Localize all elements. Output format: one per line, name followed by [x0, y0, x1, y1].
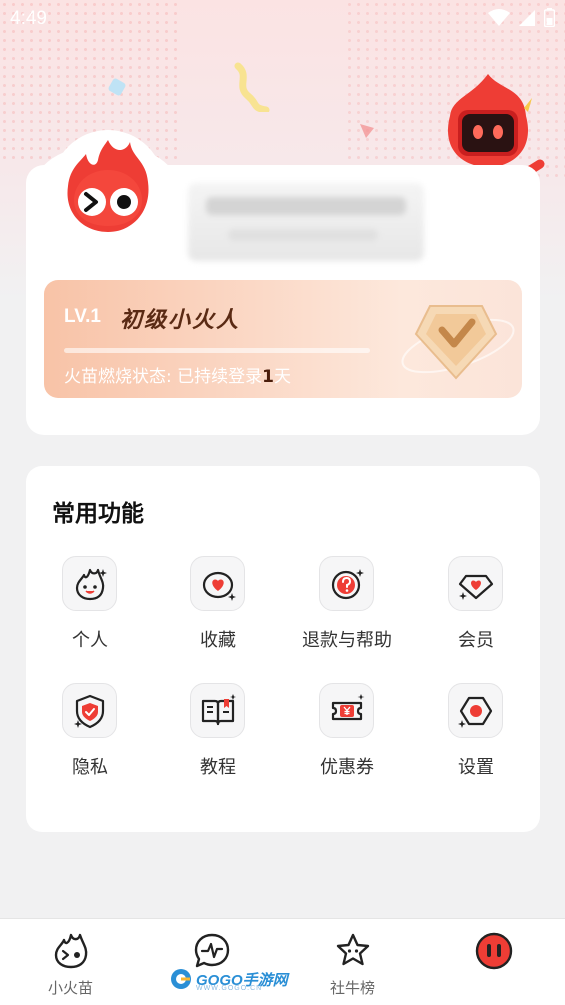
question-icon [319, 556, 374, 611]
function-label: 收藏 [200, 630, 236, 651]
level-progress-bar [64, 348, 370, 353]
common-functions-card: 常用功能 个人 收藏 退款与帮助 会员 隐私 教程 优惠券 设置 [26, 466, 540, 832]
function-item-coupon[interactable]: 优惠券 [283, 681, 411, 791]
function-item-personal[interactable]: 个人 [26, 554, 154, 664]
watermark-logo: GOGO手游网 WWW.GOGO.CN [170, 968, 288, 992]
signal-icon [519, 9, 535, 26]
level-name: 初级小火人 [120, 308, 241, 333]
bottom-navigation: 小火苗 社牛榜 [0, 918, 565, 1005]
wifi-icon [488, 8, 510, 26]
function-item-membership[interactable]: 会员 [412, 554, 540, 664]
hexagon-settings-icon [448, 683, 503, 738]
function-item-tutorial[interactable]: 教程 [154, 681, 282, 791]
function-item-favorites[interactable]: 收藏 [154, 554, 282, 664]
function-label: 退款与帮助 [302, 630, 392, 651]
book-icon [190, 683, 245, 738]
user-avatar[interactable] [52, 130, 164, 242]
confetti-ribbon-icon [234, 62, 270, 112]
nav-label: 小火苗 [47, 979, 93, 997]
flame-face-icon [62, 556, 117, 611]
flame-avatar-icon [67, 140, 149, 232]
watermark-subtext: WWW.GOGO.CN [196, 985, 263, 992]
function-label: 个人 [72, 630, 108, 651]
function-label: 设置 [458, 757, 494, 778]
username-blurred [188, 183, 424, 261]
function-item-settings[interactable]: 设置 [412, 681, 540, 791]
function-item-refund-help[interactable]: 退款与帮助 [283, 554, 411, 664]
watermark-icon [171, 969, 191, 989]
level-card[interactable]: LV.1 初级小火人 火苗燃烧状态: 已持续登录1天 [44, 280, 522, 398]
section-title: 常用功能 [52, 501, 144, 527]
nav-item-ranking[interactable]: 社牛榜 [282, 931, 423, 998]
nav-item-profile[interactable] [423, 931, 564, 975]
level-badge-icon [401, 305, 515, 380]
burn-status: 火苗燃烧状态: 已持续登录1天 [64, 367, 291, 387]
status-icons [488, 8, 555, 27]
coupon-icon [319, 683, 374, 738]
heart-icon [190, 556, 245, 611]
function-label: 隐私 [72, 757, 108, 778]
shield-check-icon [62, 683, 117, 738]
function-label: 优惠券 [320, 757, 374, 778]
profile-avatar-icon [475, 932, 512, 970]
function-item-privacy[interactable]: 隐私 [26, 681, 154, 791]
level-tag: LV.1 [64, 306, 101, 327]
flame-icon [54, 933, 87, 969]
chat-pulse-icon [194, 933, 229, 968]
confetti-star-icon [360, 124, 374, 138]
nav-item-flame[interactable]: 小火苗 [0, 931, 141, 998]
status-bar: 4:49 [0, 0, 565, 38]
function-label: 会员 [458, 630, 494, 651]
status-time: 4:49 [10, 8, 47, 29]
battery-icon [544, 8, 555, 27]
diamond-heart-icon [448, 556, 503, 611]
function-label: 教程 [200, 757, 236, 778]
star-icon [336, 933, 369, 966]
nav-label: 社牛榜 [329, 979, 375, 997]
